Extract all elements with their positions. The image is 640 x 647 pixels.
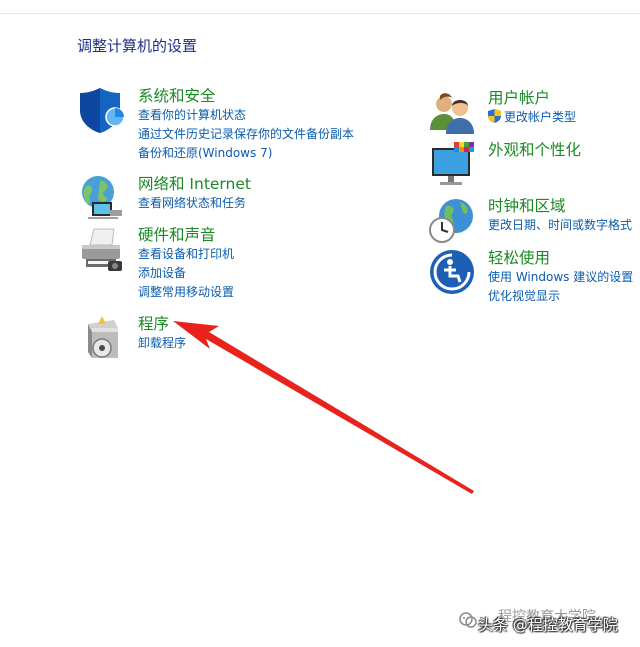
link-view-network-status[interactable]: 查看网络状态和任务: [138, 194, 251, 213]
watermark-front-text: 头条 @程控教育学院: [478, 616, 618, 634]
category-clock-region-title[interactable]: 时钟和区域: [488, 196, 632, 216]
link-uninstall-program[interactable]: 卸载程序: [138, 334, 186, 353]
users-icon: [430, 93, 474, 134]
link-add-device[interactable]: 添加设备: [138, 264, 234, 283]
watermark-logo-icon: [459, 612, 477, 628]
link-change-date-time-format[interactable]: 更改日期、时间或数字格式: [488, 216, 632, 235]
category-ease-of-access-title[interactable]: 轻松使用: [488, 248, 633, 268]
control-panel-window: 调整计算机的设置 系统和安全 查看你的计算机状态 通过文件历史记录保存你的文件备…: [0, 0, 640, 647]
link-change-account-type-label: 更改帐户类型: [504, 110, 577, 124]
shield-icon: [80, 88, 125, 133]
link-mobility-settings[interactable]: 调整常用移动设置: [138, 283, 234, 302]
printer-icon: [82, 228, 122, 271]
link-windows-recommended-settings[interactable]: 使用 Windows 建议的设置: [488, 268, 633, 287]
link-backup-restore[interactable]: 备份和还原(Windows 7): [138, 144, 354, 163]
category-user-accounts-title[interactable]: 用户帐户: [488, 88, 576, 108]
top-divider: [0, 13, 640, 14]
category-network-internet-title[interactable]: 网络和 Internet: [138, 174, 251, 194]
category-programs-title[interactable]: 程序: [138, 314, 186, 334]
ease-of-access-icon: [430, 250, 474, 294]
link-view-computer-status[interactable]: 查看你的计算机状态: [138, 106, 354, 125]
link-file-history-backup[interactable]: 通过文件历史记录保存你的文件备份副本: [138, 125, 354, 144]
watermark: 程控教育大学院 头条 @程控教育学院: [458, 606, 633, 640]
category-appearance-title[interactable]: 外观和个性化: [488, 140, 581, 160]
clock-globe-icon: [429, 199, 473, 243]
category-system-security-title[interactable]: 系统和安全: [138, 86, 354, 106]
link-optimize-visual-display[interactable]: 优化视觉显示: [488, 287, 633, 306]
page-title: 调整计算机的设置: [77, 37, 198, 55]
category-hardware-sound-title[interactable]: 硬件和声音: [138, 225, 234, 245]
uac-shield-icon: [488, 109, 501, 123]
link-view-devices-printers[interactable]: 查看设备和打印机: [138, 245, 234, 264]
monitor-personalize-icon: [432, 142, 474, 185]
programs-box-icon: [88, 316, 118, 358]
network-globe-icon: [82, 176, 122, 219]
link-change-account-type[interactable]: 更改帐户类型: [488, 108, 576, 127]
